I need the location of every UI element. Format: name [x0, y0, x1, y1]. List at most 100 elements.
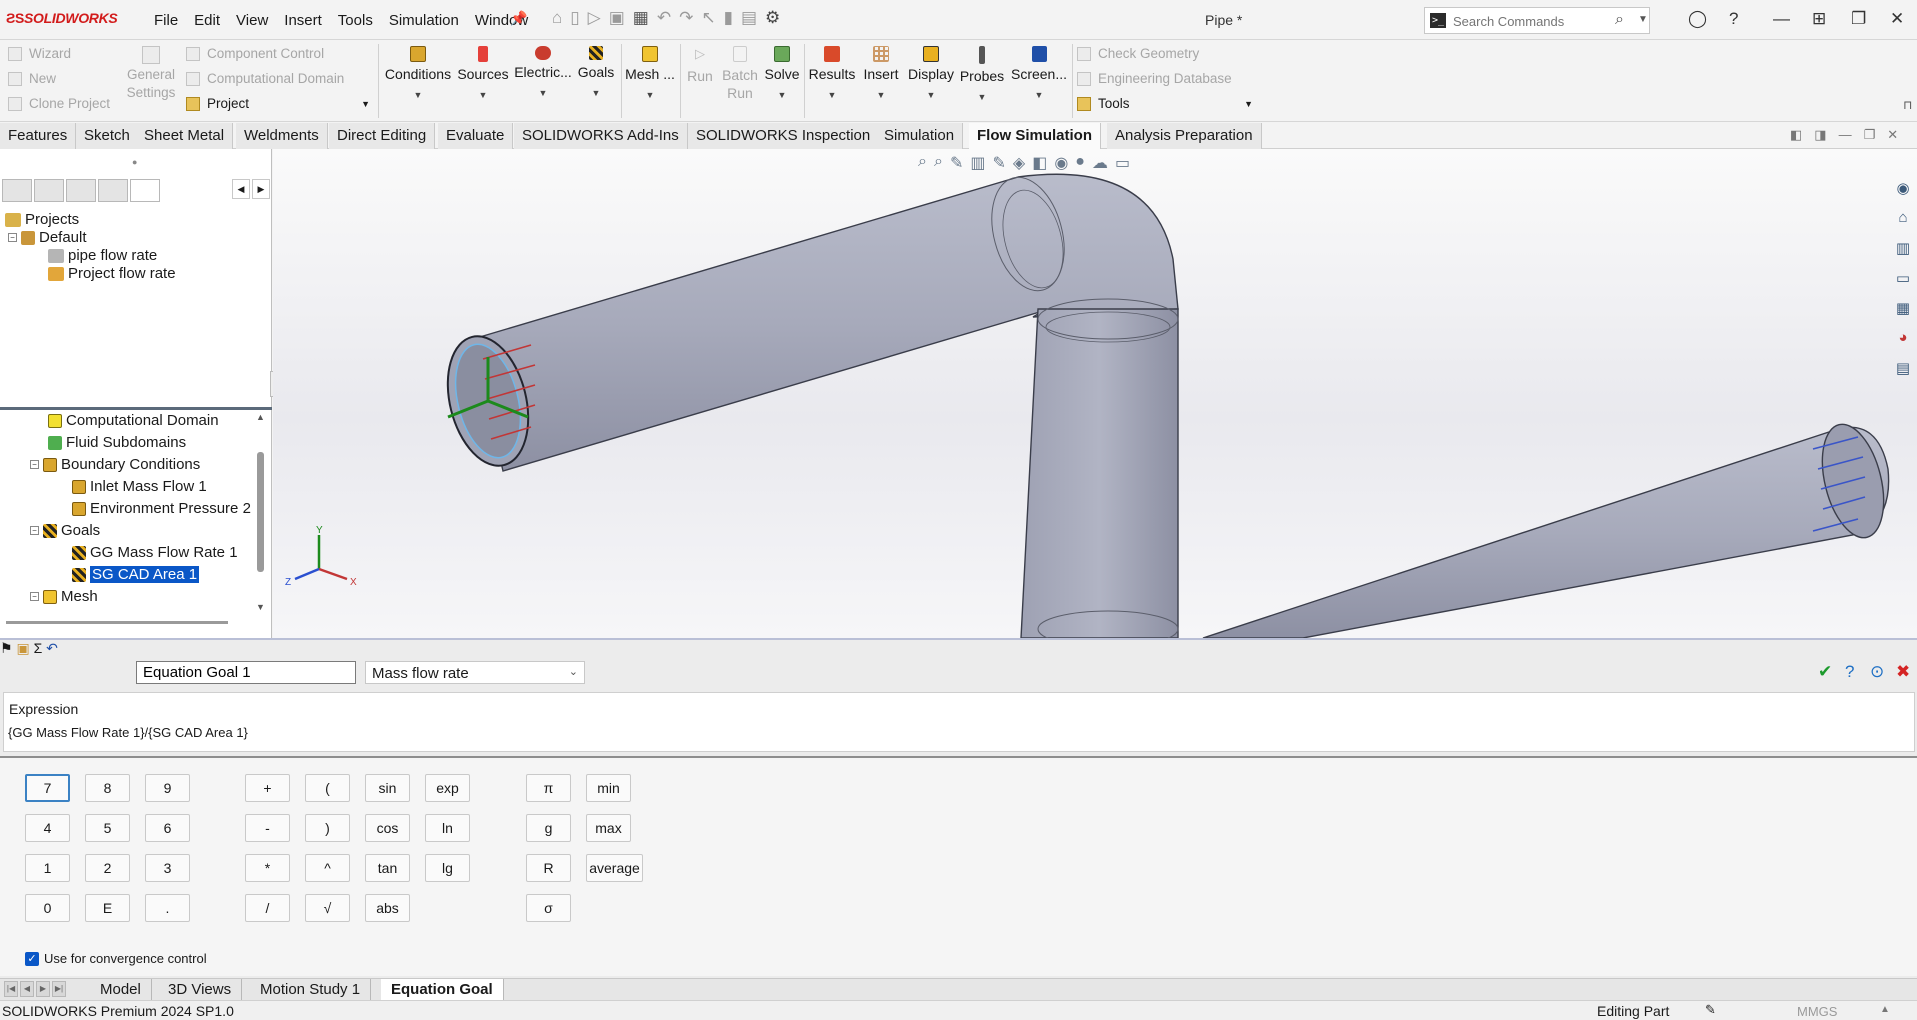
solve-button[interactable]: Solve ▼ — [762, 46, 802, 100]
help-icon[interactable]: ? — [1729, 9, 1738, 29]
collapse-ribbon-icon[interactable]: ⊓ — [1903, 98, 1912, 112]
tree-vertical-scrollbar[interactable]: ▲ ▼ — [254, 412, 268, 612]
tree-fluid-subdomains[interactable]: Fluid Subdomains — [48, 434, 186, 451]
key-max[interactable]: max — [586, 814, 631, 842]
redo-icon[interactable]: ↷ — [679, 8, 693, 28]
key-9[interactable]: 9 — [145, 774, 190, 802]
key-e[interactable]: E — [85, 894, 130, 922]
tree-default[interactable]: − Default — [8, 229, 87, 246]
tree-goals[interactable]: − Goals — [30, 522, 100, 539]
key-multiply[interactable]: * — [245, 854, 290, 882]
results-button[interactable]: Results ▼ — [806, 46, 858, 100]
tab-solidworks-inspection[interactable]: SOLIDWORKS Inspection — [688, 123, 880, 149]
display-button[interactable]: Display ▼ — [905, 46, 957, 100]
goal-name-input[interactable] — [136, 661, 356, 684]
tab-direct-editing[interactable]: Direct Editing — [329, 123, 436, 149]
key-average[interactable]: average — [586, 854, 643, 882]
tab-sketch[interactable]: Sketch — [76, 123, 139, 149]
solidworks-logo[interactable]: ƧSSOLIDWORKS — [6, 10, 118, 26]
key-1[interactable]: 1 — [25, 854, 70, 882]
first-tab-icon[interactable]: |◀ — [4, 981, 18, 997]
dimxpert-tab[interactable] — [98, 179, 128, 202]
expression-text[interactable]: {GG Mass Flow Rate 1}/{SG CAD Area 1} — [8, 725, 248, 740]
key-8[interactable]: 8 — [85, 774, 130, 802]
home-icon[interactable]: ⌂ — [1891, 209, 1915, 233]
dimensionality-select[interactable]: Mass flow rate ⌄ — [365, 661, 585, 684]
file-properties-icon[interactable]: ▤ — [741, 8, 757, 28]
appearances-icon[interactable]: ◕ — [1891, 329, 1915, 353]
custom-properties-icon[interactable]: ▤ — [1891, 359, 1915, 383]
project-button[interactable]: Project ▼ — [186, 96, 370, 111]
collapse-icon[interactable]: − — [30, 526, 39, 535]
key-cos[interactable]: cos — [365, 814, 410, 842]
tab-solidworks-add-ins[interactable]: SOLIDWORKS Add-Ins — [514, 123, 688, 149]
menu-tools[interactable]: Tools — [330, 12, 381, 29]
key-decimal[interactable]: . — [145, 894, 190, 922]
key-abs[interactable]: abs — [365, 894, 410, 922]
tab-3d-views[interactable]: 3D Views — [158, 979, 243, 1001]
key-divide[interactable]: / — [245, 894, 290, 922]
tree-project-pipe-flow-rate[interactable]: pipe flow rate — [48, 247, 157, 264]
tab-equation-goal[interactable]: Equation Goal — [381, 979, 504, 1001]
key-sin[interactable]: sin — [365, 774, 410, 802]
panel-grip-icon[interactable]: ● — [132, 157, 137, 167]
tab-motion-study-1[interactable]: Motion Study 1 — [250, 979, 372, 1001]
pipe-model[interactable]: Y X Z — [273, 149, 1917, 638]
tree-horizontal-scrollbar[interactable] — [6, 621, 228, 624]
engineering-database-button[interactable]: Engineering Database — [1077, 71, 1232, 86]
home-icon[interactable]: ⌂ — [552, 8, 562, 28]
tab-simulation[interactable]: Simulation — [876, 123, 964, 149]
tile-windows-icon[interactable]: ⊞ — [1812, 9, 1826, 29]
checkbox-checked-icon[interactable]: ✓ — [25, 951, 39, 966]
search-input[interactable] — [1453, 11, 1603, 31]
key-plus[interactable]: + — [245, 774, 290, 802]
new-document-icon[interactable]: ▯ — [570, 8, 579, 28]
cancel-icon[interactable]: ✖ — [1896, 662, 1910, 682]
solidworks-resources-icon[interactable]: ◉ — [1891, 179, 1915, 203]
undo-icon[interactable]: ↶ — [657, 8, 671, 28]
collapse-icon[interactable]: − — [30, 460, 39, 469]
save-icon[interactable]: ▣ — [609, 8, 625, 28]
tree-gg-mass-flow-rate-1[interactable]: GG Mass Flow Rate 1 — [72, 544, 238, 561]
print-icon[interactable]: ▦ — [633, 8, 649, 28]
component-control-button[interactable]: Component Control — [186, 46, 324, 61]
key-minus[interactable]: - — [245, 814, 290, 842]
lower-pipe-segment[interactable] — [1202, 426, 1890, 638]
collapse-icon[interactable]: − — [8, 233, 17, 242]
key-3[interactable]: 3 — [145, 854, 190, 882]
unit-menu-icon[interactable]: ▲ — [1880, 1004, 1890, 1015]
unit-system[interactable]: MMGS — [1797, 1004, 1837, 1019]
key-sigma[interactable]: σ — [526, 894, 571, 922]
pin-icon[interactable]: 📌 — [510, 10, 527, 27]
graphics-viewport[interactable]: ⌕ ⌕ ✎ ▥ ✎ ◈ ◧ ◉ ● ☁ ▭ Y X Z ◉ ⌂ ▥ ▭ ▦ ◕ … — [273, 149, 1917, 638]
key-6[interactable]: 6 — [145, 814, 190, 842]
key-0[interactable]: 0 — [25, 894, 70, 922]
key-r[interactable]: R — [526, 854, 571, 882]
select-icon[interactable]: ↖ — [701, 8, 715, 28]
probes-button[interactable]: Probes ▼ — [958, 46, 1006, 102]
prev-tab-icon[interactable]: ◀ — [20, 981, 34, 997]
tab-model[interactable]: Model — [90, 979, 152, 1001]
menu-file[interactable]: File — [146, 12, 186, 29]
tree-environment-pressure-2[interactable]: Environment Pressure 2 — [72, 500, 251, 517]
run-button[interactable]: ▷ Run — [684, 46, 716, 84]
menu-simulation[interactable]: Simulation — [381, 12, 467, 29]
tree-boundary-conditions[interactable]: − Boundary Conditions — [30, 456, 200, 473]
minimize-icon[interactable]: — — [1773, 9, 1790, 29]
tree-sg-cad-area-1[interactable]: SG CAD Area 1 — [72, 566, 200, 583]
undo-icon[interactable]: ↶ — [46, 640, 58, 656]
tab-analysis-preparation[interactable]: Analysis Preparation — [1107, 123, 1262, 149]
panel-splitter[interactable] — [0, 407, 272, 410]
ok-check-icon[interactable]: ✔ — [1818, 662, 1832, 682]
tab-evaluate[interactable]: Evaluate — [438, 123, 514, 149]
open-icon[interactable]: ▷ — [588, 8, 601, 28]
add-parameter-icon[interactable]: ▣ — [16, 640, 29, 656]
file-explorer-icon[interactable]: ▭ — [1891, 269, 1915, 293]
clone-project-button[interactable]: Clone Project — [8, 96, 110, 111]
key-exp[interactable]: exp — [425, 774, 470, 802]
batch-run-button[interactable]: Batch Run — [718, 46, 762, 102]
configuration-manager-tab[interactable] — [66, 179, 96, 202]
design-library-icon[interactable]: ▥ — [1891, 239, 1915, 263]
next-tab-icon[interactable]: ▶ — [36, 981, 50, 997]
sources-button[interactable]: Sources ▼ — [455, 46, 511, 100]
